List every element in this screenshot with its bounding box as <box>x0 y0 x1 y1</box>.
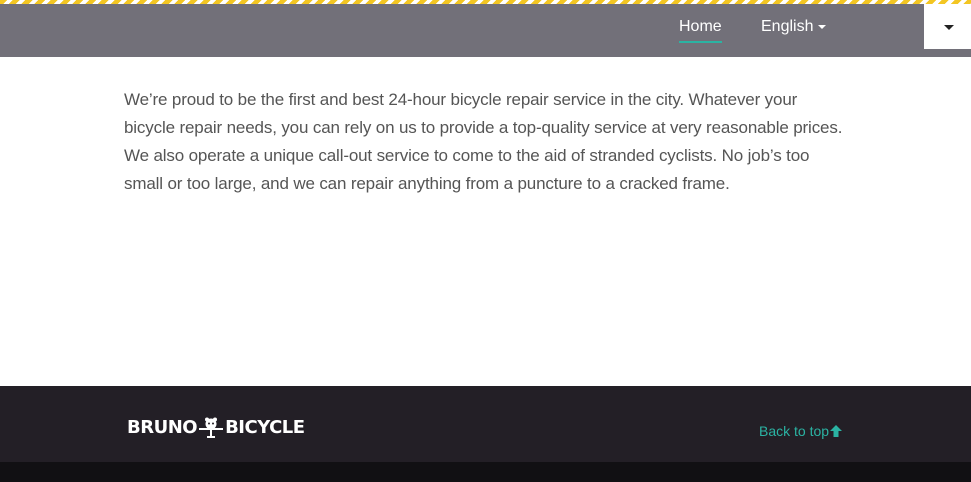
main-content: We’re proud to be the first and best 24-… <box>124 86 844 198</box>
caret-down-icon <box>818 24 827 29</box>
top-navbar: Home English <box>0 0 971 57</box>
logo-text-left: BRUNO <box>127 417 198 438</box>
brand-logo[interactable]: BRUNO BICYCLE <box>127 417 305 439</box>
language-label: English <box>761 18 814 35</box>
logo-text-right: BICYCLE <box>225 417 305 438</box>
nav-home-link[interactable]: Home <box>679 17 722 43</box>
intro-paragraph: We’re proud to be the first and best 24-… <box>124 90 843 193</box>
arrow-up-icon <box>830 425 843 437</box>
language-dropdown[interactable]: English <box>761 17 827 37</box>
caret-down-icon <box>944 25 954 30</box>
bear-bicycle-icon <box>199 417 224 438</box>
bottom-bar <box>0 462 971 482</box>
footer: BRUNO BICYCLE Back to top <box>0 386 971 462</box>
back-to-top-label: Back to top <box>759 423 830 439</box>
hazard-stripe <box>0 0 971 4</box>
menu-toggle-button[interactable] <box>924 4 971 49</box>
back-to-top-link[interactable]: Back to top <box>759 423 843 439</box>
page: Home English We’re proud to be the first… <box>0 0 971 482</box>
